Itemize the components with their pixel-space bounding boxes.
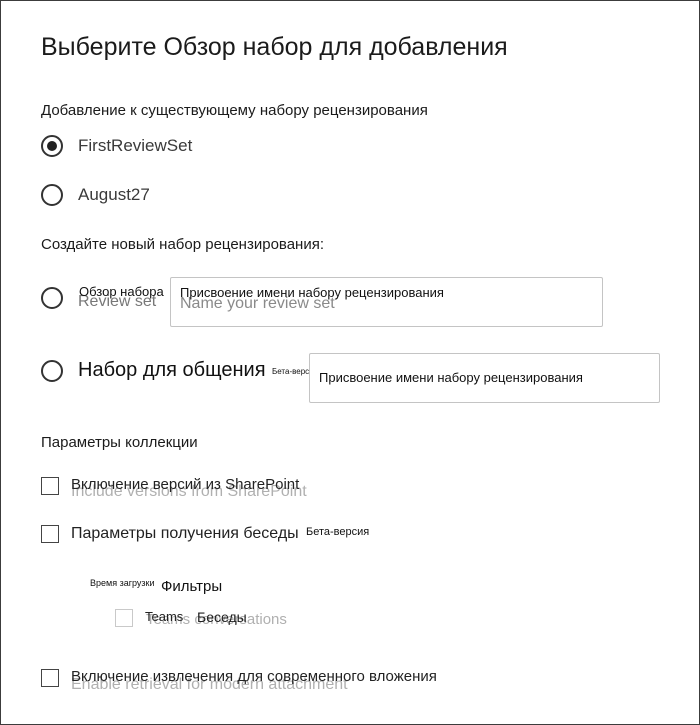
conversation-retrieval-beta-badge: Бета-версия [306,526,370,538]
chats-label: Беседы [197,609,247,625]
modern-attachments-checkbox[interactable] [41,669,59,687]
radio-button[interactable] [41,135,63,157]
include-versions-label: Включение версий из SharePoint [71,476,300,493]
conversation-retrieval-label: Параметры получения беседы [71,525,299,542]
teams-label: Teams [145,609,184,624]
new-set-heading: Создайте новый набор рецензирования: [41,236,325,253]
radio-label: August27 [78,185,150,204]
filters-label: Фильтры [161,578,223,595]
conversation-set-name-overlay: Присвоение имени набору рецензирования [319,370,583,385]
teams-conversations-checkbox[interactable] [115,609,133,627]
conversation-set-label: Набор для общения [78,359,266,381]
radio-button[interactable] [41,360,63,382]
load-time-label: Время загрузки [90,578,155,588]
review-set-name-overlay: Присвоение имени набору рецензирования [180,285,444,300]
existing-set-heading: Добавление к существующему набору реценз… [41,102,428,119]
radio-button[interactable] [41,287,63,309]
radio-button[interactable] [41,184,63,206]
review-set-label: Обзор набора [79,284,164,299]
modern-attachments-label: Включение извлечения для современного вл… [71,668,437,685]
dialog-title: Выберите Обзор набор для добавления [41,33,508,61]
radio-label: FirstReviewSet [78,136,193,155]
collection-options-heading: Параметры коллекции [41,434,198,451]
include-versions-checkbox[interactable] [41,477,59,495]
review-set-name-input[interactable]: Name your review set Присвоение имени на… [170,277,603,327]
add-to-review-set-dialog: Выберите Обзор набор для добавления Доба… [0,0,700,725]
conversation-set-name-input[interactable]: Присвоение имени набору рецензирования [309,353,660,403]
conversation-retrieval-checkbox[interactable] [41,525,59,543]
